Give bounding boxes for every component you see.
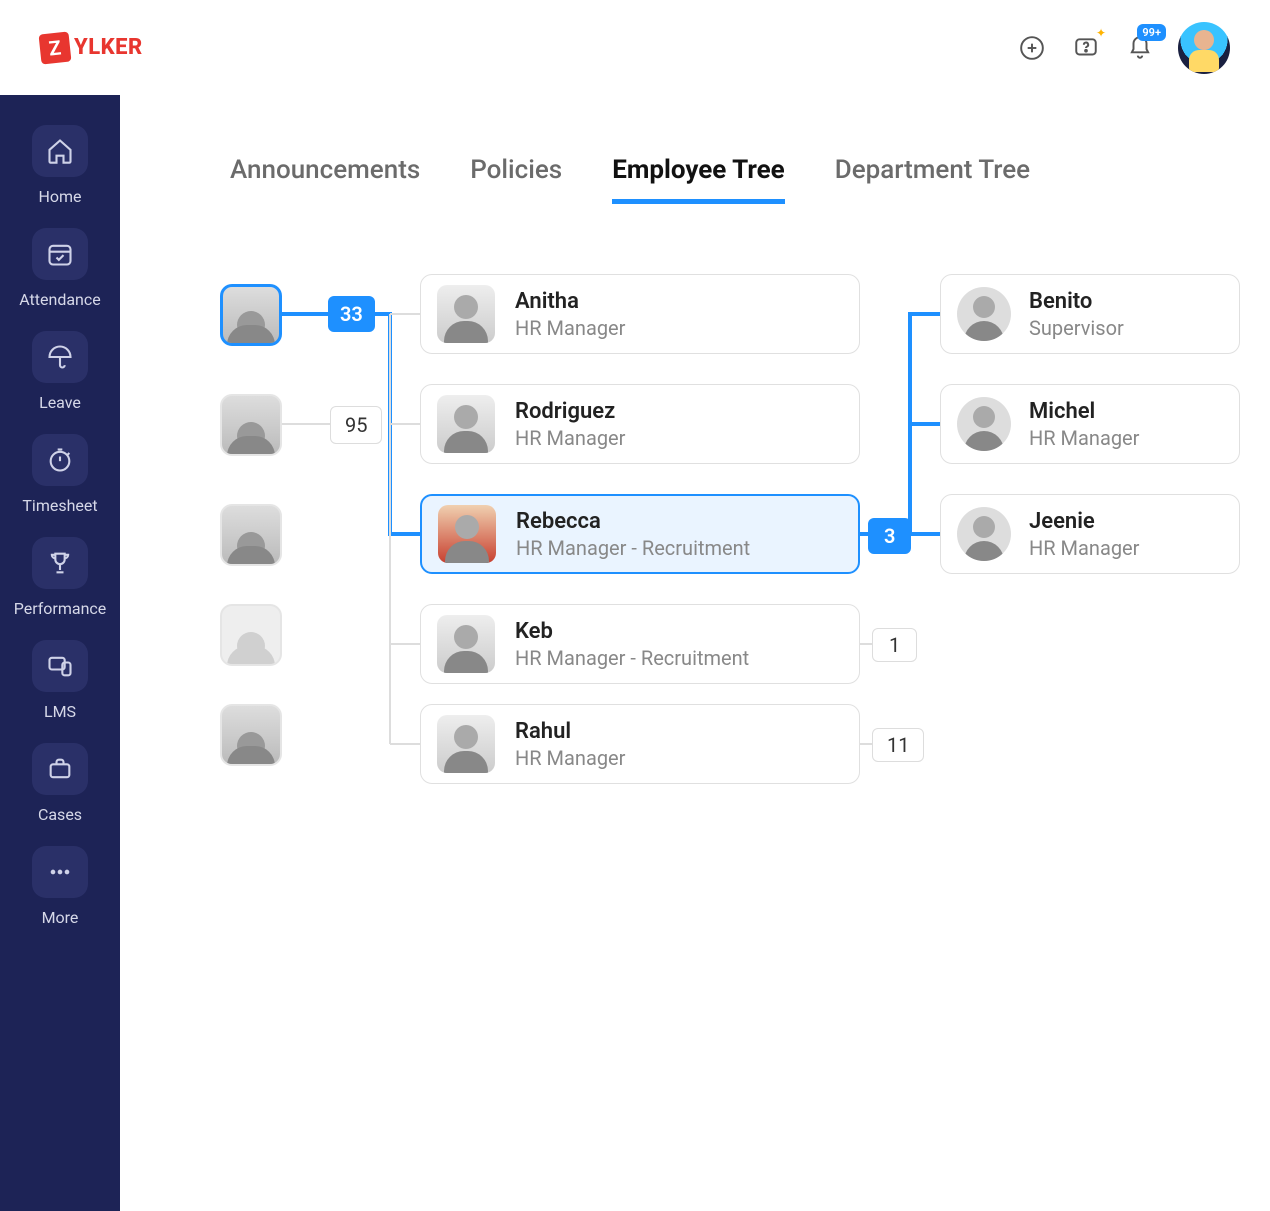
employee-name: Rodriguez bbox=[515, 399, 625, 424]
trophy-icon bbox=[32, 537, 88, 589]
tab-department-tree[interactable]: Department Tree bbox=[835, 155, 1030, 204]
employee-role: HR Manager bbox=[515, 746, 625, 770]
employee-role: HR Manager bbox=[515, 426, 625, 450]
employee-card[interactable]: Keb HR Manager - Recruitment bbox=[420, 604, 860, 684]
home-icon bbox=[32, 125, 88, 177]
sidebar-item-leave[interactable]: Leave bbox=[10, 331, 110, 412]
sidebar-item-cases[interactable]: Cases bbox=[10, 743, 110, 824]
sidebar-item-label: Timesheet bbox=[22, 496, 97, 515]
employee-role: HR Manager - Recruitment bbox=[515, 646, 749, 670]
employee-photo bbox=[957, 507, 1011, 561]
sidebar-item-more[interactable]: More bbox=[10, 846, 110, 927]
employee-card[interactable]: Rahul HR Manager bbox=[420, 704, 860, 784]
employee-role: HR Manager bbox=[1029, 536, 1139, 560]
employee-photo bbox=[438, 505, 496, 563]
sidebar-item-label: Performance bbox=[14, 599, 107, 618]
notifications-icon[interactable]: 99+ bbox=[1124, 32, 1156, 64]
employee-card-selected[interactable]: Rebecca HR Manager - Recruitment bbox=[420, 494, 860, 574]
tab-employee-tree[interactable]: Employee Tree bbox=[612, 155, 785, 204]
employee-photo bbox=[957, 397, 1011, 451]
sidebar-item-label: Cases bbox=[38, 805, 82, 824]
tree-root-count: 33 bbox=[328, 296, 375, 332]
employee-child-count: 1 bbox=[872, 628, 917, 662]
logo-text: YLKER bbox=[74, 35, 143, 60]
sidebar-item-label: Home bbox=[38, 187, 81, 206]
employee-name: Rebecca bbox=[516, 509, 750, 534]
employee-name: Jeenie bbox=[1029, 509, 1139, 534]
tree-sibling-count: 95 bbox=[330, 406, 382, 444]
employee-photo bbox=[957, 287, 1011, 341]
tree-sibling-avatar[interactable] bbox=[220, 604, 282, 666]
employee-card[interactable]: Anitha HR Manager bbox=[420, 274, 860, 354]
employee-role: HR Manager bbox=[1029, 426, 1139, 450]
sidebar-item-performance[interactable]: Performance bbox=[10, 537, 110, 618]
notification-badge: 99+ bbox=[1137, 24, 1166, 41]
employee-child-count: 3 bbox=[868, 518, 911, 554]
employee-name: Anitha bbox=[515, 289, 625, 314]
logo[interactable]: Z YLKER bbox=[40, 33, 143, 63]
sidebar-item-attendance[interactable]: Attendance bbox=[10, 228, 110, 309]
employee-photo bbox=[437, 715, 495, 773]
employee-photo bbox=[437, 615, 495, 673]
employee-child-count: 11 bbox=[872, 728, 924, 762]
sidebar-item-lms[interactable]: LMS bbox=[10, 640, 110, 721]
sidebar-item-timesheet[interactable]: Timesheet bbox=[10, 434, 110, 515]
employee-photo bbox=[437, 395, 495, 453]
sidebar-item-label: LMS bbox=[44, 702, 76, 721]
employee-card[interactable]: Benito Supervisor bbox=[940, 274, 1240, 354]
employee-card[interactable]: Michel HR Manager bbox=[940, 384, 1240, 464]
sidebar: Home Attendance Leave Timesheet Performa… bbox=[0, 95, 120, 1211]
devices-icon bbox=[32, 640, 88, 692]
add-icon[interactable] bbox=[1016, 32, 1048, 64]
logo-badge: Z bbox=[39, 31, 72, 64]
more-icon bbox=[32, 846, 88, 898]
employee-name: Michel bbox=[1029, 399, 1139, 424]
sidebar-item-label: More bbox=[42, 908, 79, 927]
employee-card[interactable]: Rodriguez HR Manager bbox=[420, 384, 860, 464]
employee-name: Keb bbox=[515, 619, 749, 644]
help-icon[interactable] bbox=[1070, 32, 1102, 64]
stopwatch-icon bbox=[32, 434, 88, 486]
tree-root-avatar[interactable] bbox=[220, 284, 282, 346]
sidebar-item-label: Leave bbox=[39, 393, 81, 412]
employee-role: HR Manager - Recruitment bbox=[516, 536, 750, 560]
tab-announcements[interactable]: Announcements bbox=[230, 155, 420, 204]
employee-name: Benito bbox=[1029, 289, 1124, 314]
employee-card[interactable]: Jeenie HR Manager bbox=[940, 494, 1240, 574]
umbrella-icon bbox=[32, 331, 88, 383]
employee-role: Supervisor bbox=[1029, 316, 1124, 340]
tab-policies[interactable]: Policies bbox=[470, 155, 562, 204]
sidebar-item-home[interactable]: Home bbox=[10, 125, 110, 206]
sidebar-item-label: Attendance bbox=[19, 290, 101, 309]
tree-sibling-avatar[interactable] bbox=[220, 394, 282, 456]
employee-photo bbox=[437, 285, 495, 343]
tree-sibling-avatar[interactable] bbox=[220, 504, 282, 566]
briefcase-icon bbox=[32, 743, 88, 795]
employee-role: HR Manager bbox=[515, 316, 625, 340]
calendar-icon bbox=[32, 228, 88, 280]
employee-name: Rahul bbox=[515, 719, 625, 744]
user-avatar[interactable] bbox=[1178, 22, 1230, 74]
tree-sibling-avatar[interactable] bbox=[220, 704, 282, 766]
